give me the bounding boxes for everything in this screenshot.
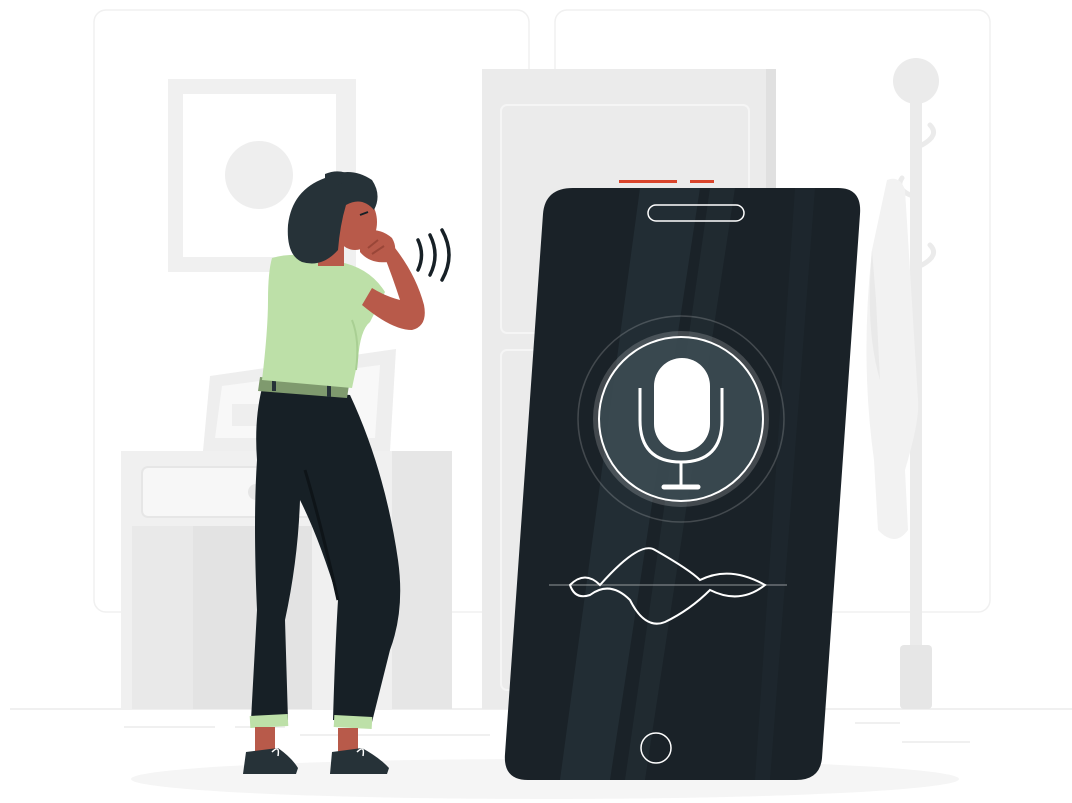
pant-cuff-right	[333, 715, 373, 729]
smartphone	[504, 180, 861, 780]
illustration-canvas	[10, 9, 1072, 799]
phone-accent	[690, 180, 714, 183]
shoe-right	[330, 748, 389, 774]
pant-cuff-left	[249, 714, 289, 728]
voice-assistant-illustration	[0, 0, 1072, 803]
phone-accent	[619, 180, 677, 183]
shoe-left	[243, 748, 298, 774]
